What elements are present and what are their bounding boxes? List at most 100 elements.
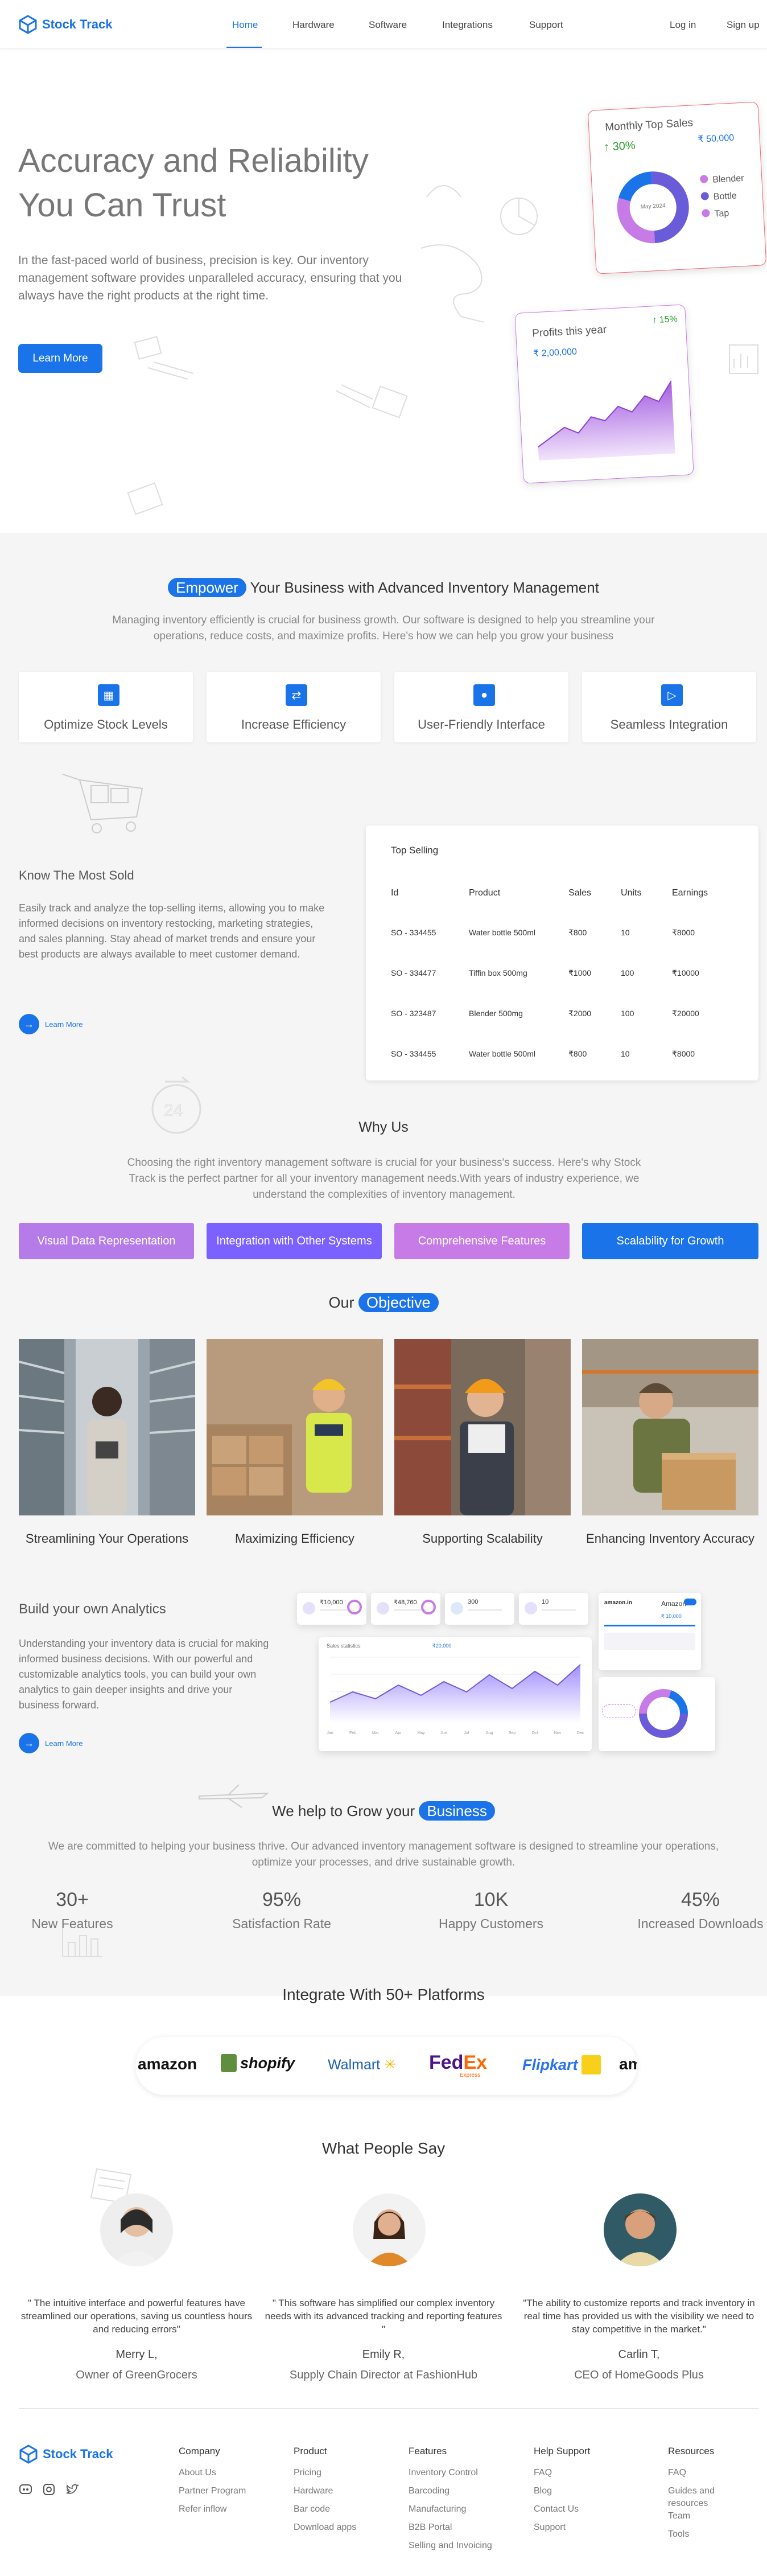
table-cell: 10 [621, 928, 630, 937]
objective-label: Maximizing Efficiency [235, 1531, 354, 1546]
sales-area [330, 1665, 580, 1723]
legend-item: Blender [699, 170, 745, 190]
amazon-widget-card: amazon.in Amazon ₹ 10,000 [599, 1593, 701, 1670]
nav-active-indicator [226, 47, 262, 48]
mini-stat-card: 300 [445, 1593, 514, 1625]
table-cell: SO - 334455 [391, 1049, 436, 1058]
footer-link[interactable]: B2B Portal [409, 2521, 494, 2534]
footer-heading: Features [409, 2446, 447, 2456]
footer-link[interactable]: Bar code [294, 2503, 379, 2516]
shopify-bag-icon [221, 2054, 237, 2072]
objective-image-warehouse-woman [19, 1339, 195, 1515]
walmart-logo: Walmart ✳ [328, 2057, 397, 2073]
footer-link[interactable]: About Us [179, 2467, 264, 2479]
testimonial-role: Owner of GreenGrocers [76, 2369, 197, 2381]
grow-description: We are committed to helping your busines… [48, 1840, 719, 1868]
fedex-logo: FedEx Express [429, 2052, 488, 2078]
footer-link[interactable]: Team [668, 2510, 753, 2522]
footer-link[interactable]: Inventory Control [409, 2467, 494, 2479]
mini-ring-icon [347, 1600, 362, 1614]
monthly-card-percent: ↑ 30% [603, 139, 636, 154]
stat-value: 45% [681, 1889, 720, 1911]
amazon-logo-repeat: am [619, 2055, 637, 2073]
footer-link[interactable]: FAQ [534, 2467, 619, 2479]
signup-link[interactable]: Sign up [727, 19, 760, 31]
table-cell: ₹1000 [568, 968, 592, 977]
nav-home[interactable]: Home [232, 19, 258, 31]
top-selling-table: Top Selling Id Product Sales Units Earnings S… [366, 825, 758, 1080]
table-header-cell: Earnings [672, 888, 708, 898]
stat-icon [525, 1602, 537, 1614]
footer-link[interactable]: Pricing [294, 2467, 379, 2479]
avatar-merry [100, 2193, 173, 2266]
amazon-widget-rows [604, 1633, 695, 1650]
most-sold-learn-more[interactable]: → Learn More [19, 1014, 83, 1034]
feature-label: User-Friendly Interface [418, 717, 545, 732]
footer-brand-logo[interactable]: Stock Track [19, 2444, 113, 2464]
nav-integrations[interactable]: Integrations [442, 19, 493, 31]
objective-image-boxes-worker [207, 1339, 383, 1515]
mini-ring-icon [421, 1600, 436, 1614]
amazon-logo: amazon [138, 2055, 197, 2073]
table-cell: ₹8000 [672, 1049, 695, 1058]
twitter-icon[interactable] [65, 2483, 79, 2496]
footer-link[interactable]: Contact Us [534, 2503, 619, 2516]
why-button-visual-data[interactable]: Visual Data Representation [19, 1223, 194, 1259]
table-cell: SO - 334455 [391, 928, 436, 937]
testimonial-name: Carlin T, [618, 2348, 660, 2361]
sales-area-chart: Jan Feb Mar Apr May Jun Jul Aug Sep Oct Nov Dec [327, 1657, 584, 1735]
monthly-card-title: Monthly Top Sales [604, 117, 694, 134]
testimonial-role: CEO of HomeGoods Plus [574, 2369, 704, 2381]
cart-sketch [62, 774, 143, 833]
footer-link[interactable]: Barcoding [409, 2485, 494, 2497]
mini-donut-card [599, 1677, 715, 1751]
profits-card-amount: ₹ 2,00,000 [533, 347, 578, 359]
mini-stat-card: ₹48,760 [371, 1593, 440, 1625]
mini-stat-bar [542, 1609, 576, 1611]
table-cell: Water bottle 500ml [469, 1049, 535, 1058]
footer-link[interactable]: Hardware [294, 2485, 379, 2497]
stat-value: 10K [473, 1889, 509, 1911]
stat-icon [451, 1602, 463, 1614]
brand-logo[interactable]: Stock Track [18, 15, 113, 34]
why-button-integration[interactable]: Integration with Other Systems [207, 1223, 382, 1259]
most-sold-description: Easily track and analyze the top-selling… [19, 902, 325, 960]
stat-value: 95% [262, 1889, 302, 1911]
instagram-icon[interactable] [43, 2483, 55, 2496]
login-link[interactable]: Log in [670, 19, 696, 31]
profits-card-percent: ↑ 15% [651, 314, 678, 326]
features-section [0, 533, 767, 1996]
footer-link[interactable]: Selling and Invoicing [409, 2540, 494, 2552]
feature-label: Increase Efficiency [241, 717, 347, 732]
stat-icon [303, 1602, 315, 1614]
amazon-toggle[interactable] [684, 1599, 696, 1605]
stat-label: Increased Downloads [637, 1916, 764, 1931]
footer-link[interactable]: Refer inflow [179, 2503, 264, 2516]
x-tick-label: May [417, 1731, 425, 1735]
objective-image-box-scanner [582, 1339, 758, 1515]
footer-link[interactable]: Blog [534, 2485, 619, 2497]
flipkart-logo: Flipkart [522, 2055, 601, 2074]
footer-link[interactable]: Manufacturing [409, 2503, 494, 2516]
nav-support[interactable]: Support [529, 19, 563, 31]
footer-heading: Company [179, 2446, 220, 2456]
platform-logos-strip: amazon shopify Walmart ✳ FedEx Express F… [135, 2037, 637, 2095]
footer-link[interactable]: Partner Program [179, 2485, 264, 2497]
footer-link[interactable]: FAQ [668, 2467, 753, 2479]
footer-link[interactable]: Support [534, 2521, 619, 2534]
stat-label: Satisfaction Rate [232, 1916, 331, 1931]
objective-label: Streamlining Your Operations [25, 1531, 189, 1546]
footer-link[interactable]: Tools [668, 2528, 753, 2541]
nav-hardware[interactable]: Hardware [292, 19, 335, 31]
testimonial-quote: "The ability to customize reports and tr… [523, 2298, 755, 2335]
footer-link[interactable]: Guides and resources [668, 2485, 753, 2510]
objective-label: Supporting Scalability [422, 1531, 543, 1546]
footer-link[interactable]: Download apps [294, 2521, 379, 2534]
mini-stat-value: ₹10,000 [320, 1599, 343, 1606]
why-button-scalability[interactable]: Scalability for Growth [582, 1223, 758, 1259]
nav-software[interactable]: Software [369, 19, 407, 31]
discord-icon[interactable] [19, 2483, 32, 2496]
why-button-comprehensive[interactable]: Comprehensive Features [394, 1223, 570, 1259]
mini-stat-value: 300 [468, 1599, 479, 1605]
analytics-learn-more[interactable]: → Learn More [19, 1733, 83, 1753]
